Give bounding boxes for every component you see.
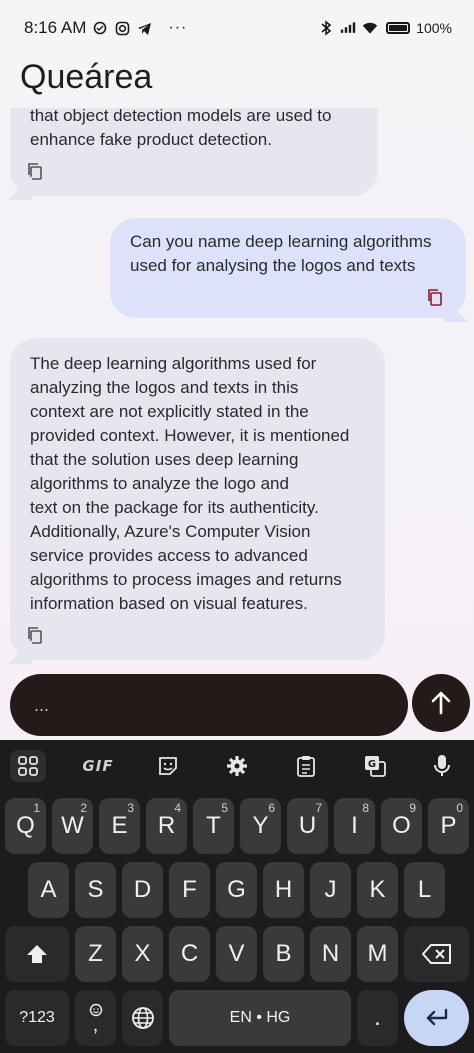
key-f[interactable]: F	[169, 862, 210, 918]
space-key[interactable]: EN • HG	[169, 990, 351, 1046]
key-a[interactable]: A	[28, 862, 69, 918]
key-b[interactable]: B	[263, 926, 304, 982]
status-bar: 8:16 AM ··· 100%	[0, 0, 474, 56]
key-k[interactable]: K	[357, 862, 398, 918]
emoji-comma-key[interactable]: ,	[75, 990, 116, 1046]
key-l[interactable]: L	[404, 862, 445, 918]
key-x[interactable]: X	[122, 926, 163, 982]
message-input-value: ...	[34, 694, 50, 715]
bot-message: The deep learning algorithms used for an…	[10, 338, 385, 660]
message-text: that object detection models are used to…	[30, 108, 332, 149]
key-i[interactable]: I8	[334, 798, 375, 854]
telegram-icon	[136, 20, 152, 36]
gif-button[interactable]: GIF	[80, 750, 116, 782]
key-o[interactable]: O9	[381, 798, 422, 854]
key-h[interactable]: H	[263, 862, 304, 918]
key-c[interactable]: C	[169, 926, 210, 982]
globe-icon	[131, 1007, 154, 1029]
key-j[interactable]: J	[310, 862, 351, 918]
clipboard-icon	[297, 756, 315, 777]
period-key[interactable]: .	[357, 990, 398, 1046]
key-u[interactable]: U7	[287, 798, 328, 854]
message-input[interactable]: ...	[10, 674, 408, 736]
key-p[interactable]: P0	[428, 798, 469, 854]
shift-key[interactable]	[5, 926, 69, 982]
send-button[interactable]	[412, 674, 470, 732]
microphone-icon	[434, 755, 450, 776]
symbols-key[interactable]: ?123	[5, 990, 69, 1046]
translate-button[interactable]: G	[357, 750, 393, 782]
grid-icon	[18, 756, 38, 776]
shift-icon	[27, 945, 47, 963]
apps-grid-button[interactable]	[10, 750, 46, 782]
user-message: Can you name deep learning algorithms us…	[110, 218, 466, 318]
key-z[interactable]: Z	[75, 926, 116, 982]
key-v[interactable]: V	[216, 926, 257, 982]
copy-icon[interactable]	[26, 162, 44, 180]
instagram-icon	[114, 20, 130, 36]
key-y[interactable]: Y6	[240, 798, 281, 854]
keyboard-toolbar: GIF G	[0, 740, 474, 792]
key-d[interactable]: D	[122, 862, 163, 918]
status-time: 8:16 AM	[24, 18, 87, 37]
settings-button[interactable]	[219, 750, 255, 782]
clipboard-button[interactable]	[288, 750, 324, 782]
app-title: Queárea	[20, 58, 153, 96]
voice-input-button[interactable]	[424, 750, 460, 782]
key-s[interactable]: S	[75, 862, 116, 918]
key-w[interactable]: W2	[52, 798, 93, 854]
chat-list[interactable]: that object detection models are used to…	[0, 108, 474, 668]
wifi-icon	[362, 20, 378, 36]
bot-message: that object detection models are used to…	[10, 108, 378, 196]
arrow-up-icon	[431, 691, 451, 715]
enter-key[interactable]	[404, 990, 469, 1046]
battery-icon	[386, 22, 411, 34]
svg-text:G: G	[368, 759, 376, 770]
sticker-button[interactable]	[150, 750, 186, 782]
more-notifications-icon: ···	[168, 19, 188, 36]
key-e[interactable]: E3	[99, 798, 140, 854]
backspace-icon	[421, 944, 451, 964]
key-t[interactable]: T5	[193, 798, 234, 854]
battery-level: 100%	[416, 20, 452, 36]
keyboard: GIF G Q1 W2 E3 R4 T5 Y6 U7 I8 O9 P0 A S …	[0, 740, 474, 1053]
status-right: 100%	[318, 20, 452, 36]
message-text: Can you name deep learning algorithms us…	[130, 232, 432, 275]
backspace-key[interactable]	[404, 926, 469, 982]
enter-icon	[426, 1008, 447, 1026]
translate-icon: G	[365, 756, 386, 777]
message-text: The deep learning algorithms used for an…	[30, 354, 350, 613]
key-n[interactable]: N	[310, 926, 351, 982]
signal-icon	[340, 20, 356, 36]
data-saver-icon	[92, 20, 108, 36]
gear-icon	[227, 756, 247, 776]
language-key[interactable]	[122, 990, 163, 1046]
key-r[interactable]: R4	[146, 798, 187, 854]
copy-icon[interactable]	[26, 626, 44, 644]
sticker-icon	[159, 757, 177, 775]
status-left: 8:16 AM ···	[24, 18, 187, 38]
gif-label: GIF	[82, 757, 114, 775]
bluetooth-icon	[318, 20, 334, 36]
key-q[interactable]: Q1	[5, 798, 46, 854]
key-m[interactable]: M	[357, 926, 398, 982]
key-g[interactable]: G	[216, 862, 257, 918]
copy-icon[interactable]	[426, 288, 444, 306]
